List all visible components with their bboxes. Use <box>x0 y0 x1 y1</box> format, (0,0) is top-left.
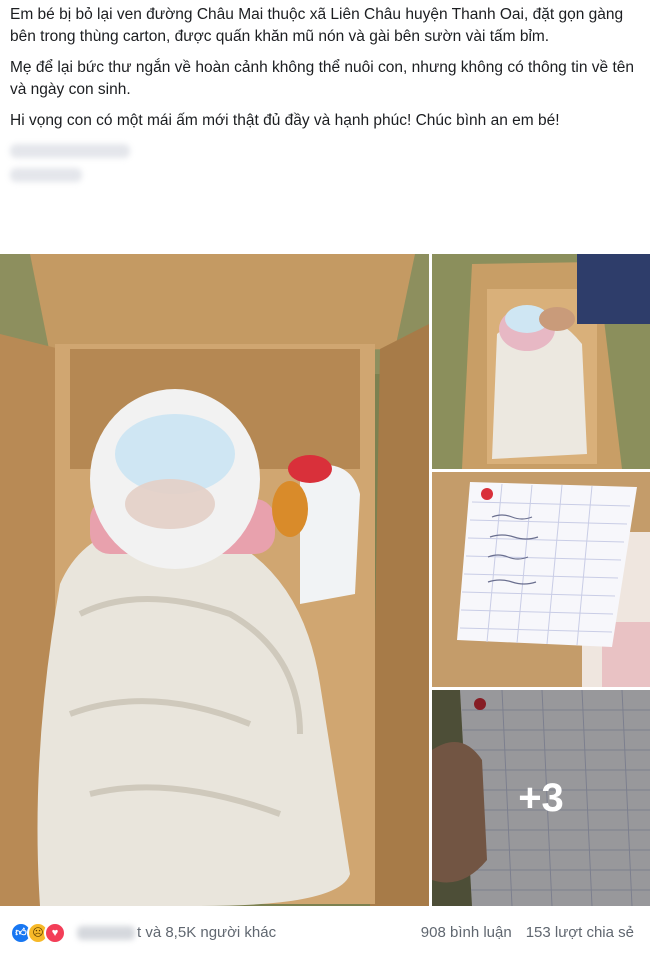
post-paragraph: Em bé bị bỏ lại ven đường Châu Mai thuộc… <box>10 6 624 45</box>
blurred-reactor-name <box>77 925 135 940</box>
more-photos-count: +3 <box>432 690 650 906</box>
main-photo[interactable] <box>0 254 429 906</box>
more-photos-tile[interactable]: +3 <box>432 690 650 906</box>
post-footer: 👍︎ ☹ ♥ t và 8,5K người khác 908 bình luậ… <box>0 912 650 953</box>
post-paragraph: Hi vọng con có một mái ấm mới thật đủ đầ… <box>10 112 560 129</box>
blurred-signature <box>10 144 130 158</box>
comments-count[interactable]: 908 bình luận <box>421 924 512 941</box>
reaction-icons[interactable]: 👍︎ ☹ ♥ <box>10 921 66 944</box>
blurred-link <box>10 168 82 182</box>
love-icon: ♥ <box>44 921 66 944</box>
thumbnail-photo[interactable] <box>432 472 650 687</box>
post-paragraph: Mẹ để lại bức thư ngắn về hoàn cảnh khôn… <box>10 59 635 98</box>
post-text: Em bé bị bỏ lại ven đường Châu Mai thuộc… <box>10 4 640 192</box>
reactions-summary[interactable]: t và 8,5K người khác <box>137 924 276 941</box>
thumbnail-photo[interactable] <box>432 254 650 469</box>
shares-count[interactable]: 153 lượt chia sẻ <box>526 924 634 941</box>
